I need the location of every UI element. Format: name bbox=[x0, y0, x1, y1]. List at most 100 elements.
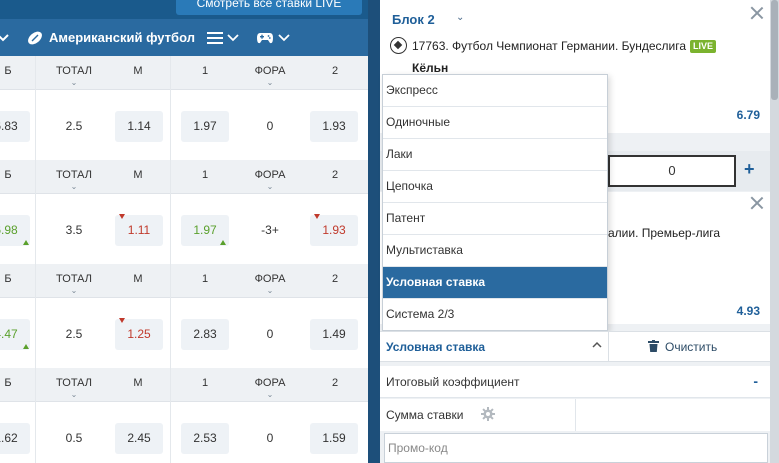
handicap-value: 0 bbox=[266, 431, 274, 445]
odds-cell[interactable]: 2.83 bbox=[181, 319, 229, 350]
sort-chevron-icon[interactable]: ⌄ bbox=[240, 182, 300, 191]
clear-button[interactable]: Очистить bbox=[648, 332, 717, 362]
top-strip: Смотреть все ставки LIVE bbox=[0, 0, 368, 19]
sort-chevron-icon[interactable]: ⌄ bbox=[44, 390, 104, 399]
odds-cell[interactable]: 1.49 bbox=[310, 319, 358, 350]
sort-chevron-icon[interactable]: ⌄ bbox=[240, 78, 300, 87]
odds-cell[interactable]: 1.25 bbox=[115, 319, 163, 350]
bet-type-option[interactable]: Одиночные bbox=[383, 107, 607, 139]
chevron-down-icon[interactable]: ⌄ bbox=[456, 12, 464, 23]
column-header: ФОРА bbox=[254, 169, 286, 181]
bet-type-option[interactable]: Экспресс bbox=[383, 75, 607, 107]
odds-table-header: Б ТОТАЛ М 1 ФОРА 2 ⌄ ⌄ bbox=[0, 368, 368, 402]
column-header: 2 bbox=[331, 169, 339, 181]
column-header: 1 bbox=[201, 377, 209, 389]
gamepad-icon bbox=[257, 32, 273, 43]
bet-type-option[interactable]: Система 2/3 bbox=[383, 299, 607, 331]
column-header: М bbox=[133, 273, 143, 285]
total-value: 2.5 bbox=[65, 119, 83, 133]
bet-type-select[interactable]: Условная ставка bbox=[386, 332, 485, 362]
column-header: 1 bbox=[201, 273, 209, 285]
odds-cell[interactable]: 1.59 bbox=[310, 423, 358, 454]
odds-cell[interactable]: 1.62 bbox=[0, 423, 30, 454]
promo-code-input[interactable] bbox=[385, 434, 767, 462]
bet-type-option[interactable]: Цепочка bbox=[383, 171, 607, 203]
american-football-tab[interactable]: Американский футбол bbox=[26, 19, 195, 56]
bet-type-option[interactable]: Лаки bbox=[383, 139, 607, 171]
chevron-up-icon[interactable] bbox=[592, 340, 602, 350]
handicap-value: -3+ bbox=[261, 223, 279, 237]
scrollbar-thumb[interactable] bbox=[771, 0, 778, 100]
odds-up-icon bbox=[220, 240, 226, 245]
odds-cell[interactable]: 1.97 bbox=[181, 111, 229, 142]
column-header: 2 bbox=[331, 273, 339, 285]
gear-icon[interactable] bbox=[481, 407, 495, 421]
bet-type-option[interactable]: Патент bbox=[383, 203, 607, 235]
column-header: 2 bbox=[331, 65, 339, 77]
filter-tab-partial[interactable] bbox=[0, 19, 10, 56]
event-title: 17763. Футбол Чемпионат Германии. Бундес… bbox=[412, 39, 687, 53]
odds-cell[interactable]: 1.11 bbox=[115, 215, 163, 246]
sort-chevron-icon[interactable]: ⌄ bbox=[44, 286, 104, 295]
bet-odds: 6.79 bbox=[736, 108, 760, 122]
column-header: ТОТАЛ bbox=[56, 377, 92, 389]
sort-chevron-icon[interactable]: ⌄ bbox=[240, 286, 300, 295]
odds-cell[interactable]: 1.93 bbox=[310, 111, 358, 142]
bet-type-option-selected[interactable]: Условная ставка bbox=[383, 267, 607, 299]
column-header: 2 bbox=[331, 377, 339, 389]
bet-type-dropdown: Экспресс Одиночные Лаки Цепочка Патент М… bbox=[382, 74, 608, 331]
odds-up-icon bbox=[23, 344, 29, 349]
stake-input[interactable]: 0 bbox=[608, 155, 736, 187]
odds-cell[interactable]: 1.93 bbox=[310, 215, 358, 246]
live-badge: LIVE bbox=[690, 40, 717, 53]
sort-chevron-icon[interactable]: ⌄ bbox=[240, 390, 300, 399]
trash-icon bbox=[648, 340, 659, 352]
total-value: 0.5 bbox=[65, 431, 83, 445]
column-header: М bbox=[133, 169, 143, 181]
total-coefficient-value: - bbox=[753, 373, 758, 389]
bet-type-bar: Условная ставка Очистить bbox=[380, 331, 770, 362]
bet-slip: Блок 2 ⌄ 17763. Футбол Чемпионат Германи… bbox=[380, 0, 770, 463]
column-header: ФОРА bbox=[254, 273, 286, 285]
plus-button[interactable]: + bbox=[744, 159, 755, 180]
scrollbar[interactable] bbox=[770, 0, 779, 463]
column-header: 1 bbox=[201, 65, 209, 77]
column-header: ФОРА bbox=[254, 377, 286, 389]
bet-type-option[interactable]: Мультиставка bbox=[383, 235, 607, 267]
odds-cell[interactable]: 2.53 bbox=[181, 423, 229, 454]
column-header: ТОТАЛ bbox=[56, 65, 92, 77]
promo-code-field bbox=[384, 433, 768, 463]
pane-splitter bbox=[368, 0, 380, 463]
all-live-bets-button[interactable]: Смотреть все ставки LIVE bbox=[176, 0, 362, 15]
total-coefficient-label: Итоговый коэффициент bbox=[386, 375, 520, 389]
handicap-value: 0 bbox=[266, 327, 274, 341]
list-icon bbox=[207, 31, 223, 44]
column-divider bbox=[35, 56, 36, 463]
column-header: М bbox=[133, 377, 143, 389]
odds-cell[interactable]: 1.14 bbox=[115, 111, 163, 142]
odds-down-icon bbox=[119, 214, 125, 219]
close-icon[interactable] bbox=[750, 6, 764, 20]
column-divider bbox=[170, 56, 171, 463]
events-pane: Смотреть все ставки LIVE Американский фу… bbox=[0, 0, 368, 463]
bet-sum-row: Сумма ставки bbox=[380, 399, 770, 431]
odds-cell[interactable]: 6.83 bbox=[0, 111, 30, 142]
column-header: Б bbox=[4, 169, 12, 181]
esports-filter[interactable] bbox=[256, 19, 290, 56]
chevron-icon bbox=[0, 33, 9, 41]
event-name: 17763. Футбол Чемпионат Германии. Бундес… bbox=[412, 39, 717, 53]
list-view-toggle[interactable] bbox=[207, 19, 239, 56]
table-row: 6.98 3.5 1.11 1.97 -3+ 1.93 bbox=[0, 194, 368, 263]
sort-chevron-icon[interactable]: ⌄ bbox=[44, 78, 104, 87]
odds-cell[interactable]: 2.45 bbox=[115, 423, 163, 454]
table-row: 4.47 2.5 1.25 2.83 0 1.49 bbox=[0, 298, 368, 367]
sort-chevron-icon[interactable]: ⌄ bbox=[44, 182, 104, 191]
american-football-label: Американский футбол bbox=[49, 30, 195, 45]
soccer-ball-icon bbox=[390, 37, 407, 54]
close-icon[interactable] bbox=[750, 196, 764, 210]
column-header: Б bbox=[4, 273, 12, 285]
total-coefficient-row: Итоговый коэффициент - bbox=[380, 366, 770, 398]
odds-down-icon bbox=[119, 318, 125, 323]
handicap-value: 0 bbox=[266, 119, 274, 133]
odds-table-header: Б ТОТАЛ М 1 ФОРА 2 ⌄ ⌄ bbox=[0, 56, 368, 90]
